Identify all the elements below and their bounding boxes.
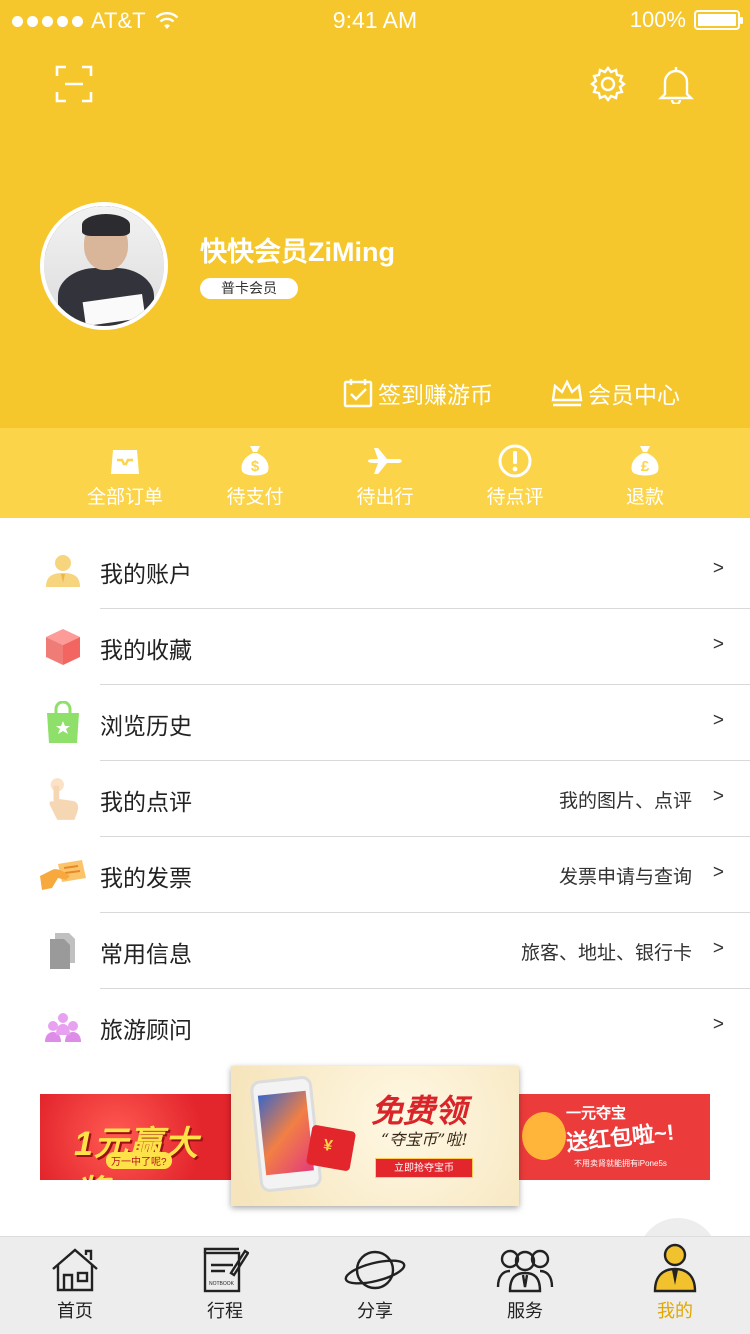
menu-item-favorites[interactable]: 我的收藏 > (0, 609, 750, 685)
chevron-right-icon: > (712, 1014, 724, 1035)
tab-share[interactable]: 分享 (300, 1237, 450, 1334)
tab-mine[interactable]: 我的 (600, 1237, 750, 1334)
menu-item-title: 我的账户 (100, 561, 192, 587)
notebook-icon: NOTBOOK (203, 1247, 249, 1293)
finger-icon (49, 778, 79, 820)
tab-label: 行程 (207, 1301, 243, 1321)
order-status-bar: 全部订单 $ 待支付 待出行 待点评 £ 退款 (0, 428, 750, 518)
chevron-right-icon: > (712, 938, 724, 959)
planet-icon (344, 1250, 406, 1290)
svg-text:£: £ (641, 458, 650, 475)
menu-item-history[interactable]: 浏览历史 > (0, 685, 750, 761)
home-icon (52, 1248, 98, 1292)
invoice-icon (40, 860, 86, 890)
tab-label: 首页 (57, 1301, 93, 1321)
tab-label: 我的 (657, 1301, 693, 1321)
notification-button[interactable] (654, 62, 698, 106)
shopping-bag-icon (47, 701, 79, 743)
tab-home[interactable]: 首页 (0, 1237, 150, 1334)
menu-item-advisor[interactable]: 旅游顾问 > (0, 989, 750, 1065)
status-bar: AT&T 9:41 AM 100% (0, 0, 750, 40)
bell-icon (658, 67, 694, 104)
tab-service[interactable]: 服务 (450, 1237, 600, 1334)
crown-icon (551, 379, 583, 407)
grab-coin-button[interactable]: 立即抢夺宝币 (375, 1158, 473, 1178)
member-center-button[interactable]: 会员中心 (550, 376, 680, 410)
menu-item-invoice[interactable]: 我的发票 发票申请与查询 > (0, 837, 750, 913)
member-center-label: 会员中心 (588, 382, 680, 408)
promo-banner-center[interactable]: ¥ 免费领 “夺宝币”啦! 立即抢夺宝币 (231, 1066, 519, 1206)
order-refund-button[interactable]: £ 退款 (580, 428, 710, 518)
menu-item-hint: 旅客、地址、银行卡 (520, 943, 692, 964)
menu-item-title: 我的收藏 (100, 637, 192, 663)
chevron-right-icon: > (712, 634, 724, 655)
tab-bar: 首页 NOTBOOK 行程 分享 服务 我的 (0, 1236, 750, 1334)
menu-item-reviews[interactable]: 我的点评 我的图片、点评 > (0, 761, 750, 837)
people-icon (45, 1013, 81, 1042)
promo-banner-left[interactable]: 1元赢大奖 万一中了呢? (40, 1094, 232, 1180)
profile-header: AT&T 9:41 AM 100% 快快会员ZiMing 普卡会员 签到赚游币 … (0, 0, 750, 428)
checkin-label: 签到赚游币 (378, 382, 493, 408)
battery-percent: 100% (629, 7, 686, 32)
order-travel-label: 待出行 (356, 487, 414, 508)
order-review-button[interactable]: 待点评 (450, 428, 580, 518)
order-all-label: 全部订单 (86, 487, 163, 508)
money-bag-pound-icon: £ (631, 446, 659, 476)
order-unpaid-button[interactable]: $ 待支付 (190, 428, 320, 518)
menu-item-title: 我的点评 (100, 789, 192, 815)
order-review-label: 待点评 (486, 487, 544, 508)
checkin-button[interactable]: 签到赚游币 (342, 376, 493, 410)
username: 快快会员ZiMing (200, 237, 395, 267)
scan-button[interactable] (52, 62, 96, 106)
menu-item-hint: 我的图片、点评 (558, 791, 692, 812)
svg-text:NOTBOOK: NOTBOOK (209, 1281, 235, 1287)
avatar[interactable] (40, 202, 168, 330)
member-level-badge: 普卡会员 (200, 278, 298, 299)
cube-icon (46, 629, 80, 665)
menu-item-title: 常用信息 (100, 941, 192, 967)
user-icon (653, 1243, 697, 1293)
menu-item-title: 旅游顾问 (100, 1017, 192, 1043)
order-travel-button[interactable]: 待出行 (320, 428, 450, 518)
order-all-button[interactable]: 全部订单 (60, 428, 190, 518)
promo-banner-right[interactable]: 一元夺宝 送红包啦~! 不用卖肾就能拥有iPone5s (516, 1094, 710, 1180)
tab-label: 服务 (507, 1301, 543, 1321)
chevron-right-icon: > (712, 786, 724, 807)
chevron-right-icon: > (712, 862, 724, 883)
tab-label: 分享 (357, 1301, 393, 1321)
staff-icon (496, 1249, 554, 1293)
chevron-right-icon: > (712, 558, 724, 579)
svg-text:$: $ (251, 458, 260, 475)
promo-center-subtitle: “夺宝币”啦! (381, 1130, 468, 1149)
exclamation-circle-icon (498, 444, 532, 478)
cartoon-face-icon (522, 1112, 566, 1160)
red-packet-icon: ¥ (305, 1124, 357, 1172)
tab-trip[interactable]: NOTBOOK 行程 (150, 1237, 300, 1334)
order-refund-label: 退款 (625, 487, 664, 508)
promo-left-title: 1元赢大奖 (74, 1125, 199, 1180)
gear-icon (590, 66, 626, 102)
menu-item-common-info[interactable]: 常用信息 旅客、地址、银行卡 > (0, 913, 750, 989)
settings-button[interactable] (586, 62, 630, 106)
battery-icon (694, 10, 743, 30)
chevron-right-icon: > (712, 710, 724, 731)
menu-item-hint: 发票申请与查询 (558, 867, 692, 888)
status-right: 100% (629, 7, 743, 33)
menu-item-title: 我的发票 (100, 865, 192, 891)
airplane-icon (368, 448, 402, 474)
tray-icon (111, 450, 139, 474)
scan-icon (55, 65, 93, 103)
menu-item-title: 浏览历史 (100, 713, 192, 739)
documents-icon (50, 933, 75, 969)
menu-list: 我的账户 > 我的收藏 > 浏览历史 > 我的点评 我的图片、点评 > 我的发票… (0, 533, 750, 1065)
money-bag-dollar-icon: $ (241, 446, 269, 476)
promo-right-note: 不用卖肾就能拥有iPone5s (574, 1159, 667, 1168)
menu-item-account[interactable]: 我的账户 > (0, 533, 750, 609)
account-icon (46, 555, 80, 587)
calendar-check-icon (343, 379, 373, 408)
promo-left-subtitle: 万一中了呢? (106, 1152, 172, 1169)
order-unpaid-label: 待支付 (226, 487, 284, 508)
